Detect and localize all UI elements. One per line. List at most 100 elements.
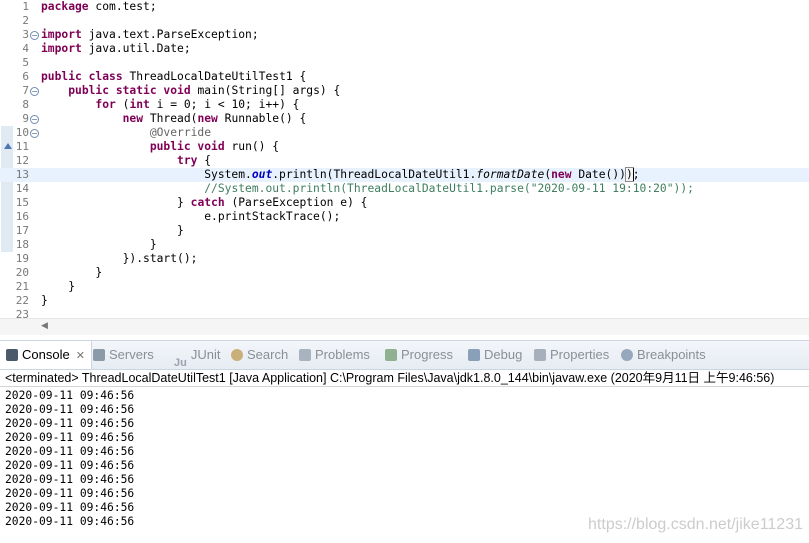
tab-search[interactable]: Search [231,341,288,369]
code-line[interactable]: 18 } [0,238,809,252]
tab-problems[interactable]: Problems [299,341,370,369]
line-number: 4 [22,42,29,55]
code-line[interactable]: 14 //System.out.println(ThreadLocalDateU… [0,182,809,196]
line-number: 19 [15,252,29,265]
console-output-line: 2020-09-11 09:46:56 [5,389,135,402]
console-icon [6,348,18,361]
line-number: 16 [15,210,29,223]
fold-collapse-icon[interactable]: − [30,129,39,138]
tab-label: Problems [315,347,370,362]
keyword-token: import [41,42,82,55]
fold-collapse-icon[interactable]: − [30,31,39,40]
keyword-token: import [41,28,82,41]
close-icon[interactable]: ✕ [76,350,85,362]
code-line[interactable]: 17 } [0,224,809,238]
code-token: java.text.ParseException; [88,28,259,41]
tab-breakpoints[interactable]: Breakpoints [621,341,706,369]
tab-progress[interactable]: Progress [385,341,453,369]
console-output-line: 2020-09-11 09:46:56 [5,431,135,444]
code-line[interactable]: 6 public class ThreadLocalDateUtilTest1 { [0,70,809,84]
code-line[interactable]: 9− new Thread(new Runnable() { [0,112,809,126]
code-token: Date()) [571,168,626,181]
keyword-token: package [41,0,89,13]
fold-collapse-icon[interactable]: − [30,115,39,124]
code-text: } [41,280,75,294]
code-line[interactable]: 10− @Override [0,126,809,140]
line-number: 18 [15,238,29,251]
code-token: (ParseException e) { [224,196,368,209]
tab-label: Servers [109,347,154,362]
tab-properties[interactable]: Properties [534,341,609,369]
line-number: 20 [15,266,29,279]
line-number: 8 [22,98,29,111]
debug-icon [468,348,480,361]
line-number: 5 [22,56,29,69]
line-number: 14 [15,182,29,195]
code-line[interactable]: 2 [0,14,809,28]
code-line[interactable]: 20 } [0,266,809,280]
keyword-token: new [197,112,218,125]
current-code-line[interactable]: 13 System.out.println(ThreadLocalDateUti… [0,167,809,182]
line-number: 10 [15,126,29,139]
code-token: main(String[] args) { [197,84,341,97]
code-line[interactable]: 3− import java.text.ParseException; [0,28,809,42]
code-line[interactable]: 19 }).start(); [0,252,809,266]
comment-token: //System.out.println(ThreadLocalDateUtil… [204,182,694,195]
line-number: 23 [15,308,29,318]
code-line[interactable]: 8 for (int i = 0; i < 10; i++) { [0,98,809,112]
code-editor[interactable]: 1 package com.test; 2 3− import java.text.Pa… [0,0,809,318]
code-token: java.util.Date; [88,42,191,55]
console-output-line: 2020-09-11 09:46:56 [5,501,135,514]
override-marker-icon[interactable] [4,143,12,149]
line-number: 15 [15,196,29,209]
code-token: } [41,238,157,251]
console-output-line: 2020-09-11 09:46:56 [5,473,135,486]
code-line[interactable]: 16 e.printStackTrace(); [0,210,809,224]
code-line[interactable]: 22} [0,294,809,308]
scroll-left-icon[interactable]: ◀ [41,321,48,331]
code-token: ( [115,98,130,111]
code-text: } [41,238,157,252]
breakpoints-icon [621,348,633,361]
line-number: 12 [15,154,29,167]
code-token: } [41,294,48,307]
code-line[interactable]: 11 public void run() { [0,140,809,154]
code-text: System.out.println(ThreadLocalDateUtil1.… [41,167,640,182]
code-line[interactable]: 1 package com.test; [0,0,809,14]
keyword-token: try [177,154,198,167]
code-text: import java.text.ParseException; [41,28,259,42]
code-text: } [41,294,48,308]
fold-collapse-icon[interactable]: − [30,87,39,96]
console-output-line: 2020-09-11 09:46:56 [5,487,135,500]
console-divider [0,386,809,387]
code-token: run() { [231,140,280,153]
code-line[interactable]: 4 import java.util.Date; [0,42,809,56]
code-token: out [251,168,273,181]
code-line[interactable]: 7− public static void main(String[] args… [0,84,809,98]
tab-servers[interactable]: Servers [93,341,154,369]
code-line[interactable]: 23 [0,308,809,318]
tab-label: Breakpoints [637,347,706,362]
keyword-token: public static void [68,84,191,97]
code-token: } [41,196,191,209]
tab-console[interactable]: Console ✕ [0,341,92,369]
annotation-token: @Override [149,126,212,139]
console-output-line: 2020-09-11 09:46:56 [5,459,135,472]
keyword-token: int [129,98,150,111]
code-line[interactable]: 5 [0,56,809,70]
editor-horizontal-scrollbar[interactable]: ◀ [0,318,809,335]
code-line[interactable]: 15 } catch (ParseException e) { [0,196,809,210]
code-line[interactable]: 21 } [0,280,809,294]
tab-debug[interactable]: Debug [468,341,522,369]
line-number: 3 [22,28,29,41]
tab-junit[interactable]: JuJUnit [174,341,220,369]
code-token: System. [41,168,252,181]
code-text: //System.out.println(ThreadLocalDateUtil… [41,182,694,196]
keyword-token: for [95,98,116,111]
code-line[interactable]: 12 try { [0,154,809,168]
code-text: } catch (ParseException e) { [41,196,367,210]
console-output-line: 2020-09-11 09:46:56 [5,515,135,528]
